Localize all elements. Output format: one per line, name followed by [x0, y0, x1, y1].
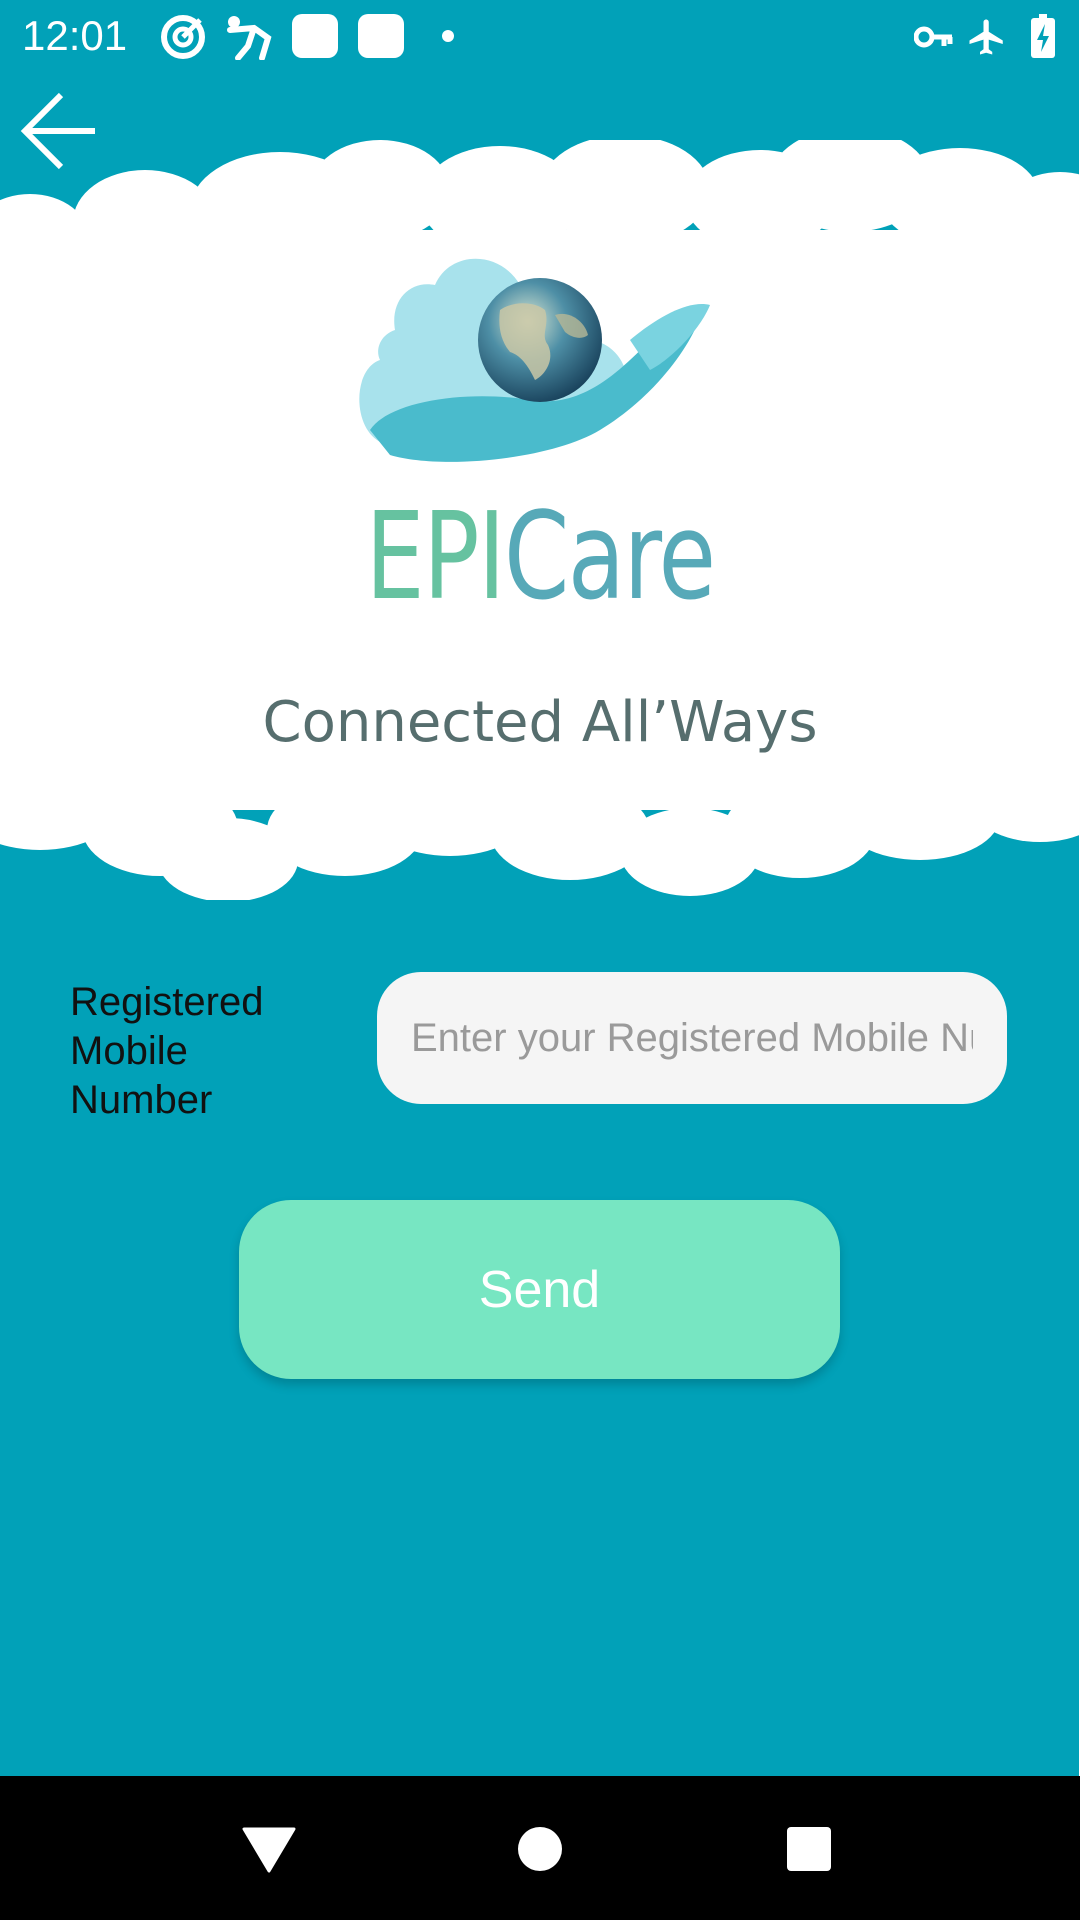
mobile-number-label: Registered Mobile Number [70, 980, 264, 1122]
nav-back-button[interactable] [224, 1804, 314, 1894]
status-bar: 12:01 [0, 0, 1080, 74]
app-square-icon [358, 14, 404, 58]
target-icon [161, 15, 205, 59]
nav-recents-icon [787, 1827, 831, 1871]
airplane-mode-icon [969, 19, 1003, 55]
app-square-icon [292, 14, 338, 58]
runner-icon [227, 16, 272, 60]
tagline: Connected All’Ways [262, 690, 818, 755]
nav-home-button[interactable] [495, 1804, 585, 1894]
send-button[interactable]: Send [239, 1200, 840, 1379]
nav-home-icon [518, 1827, 562, 1871]
status-time: 12:01 [22, 12, 128, 59]
battery-charging-icon [1031, 14, 1055, 58]
mobile-number-input[interactable] [377, 972, 1007, 1104]
navigation-bar [0, 1776, 1080, 1920]
nav-back-icon [242, 1827, 296, 1873]
screen: 12:01 EPICare Connected All’Ways Registe… [0, 0, 1080, 1920]
nav-recents-button[interactable] [764, 1804, 854, 1894]
brand-epi: EPI [365, 488, 505, 627]
epicare-logo [359, 258, 710, 462]
app-content: 12:01 EPICare Connected All’Ways Registe… [0, 0, 1080, 1776]
brand-care: Care [504, 488, 716, 627]
dot-icon [442, 30, 454, 42]
vpn-key-icon [914, 26, 953, 48]
brand-title: EPICare [119, 498, 961, 618]
